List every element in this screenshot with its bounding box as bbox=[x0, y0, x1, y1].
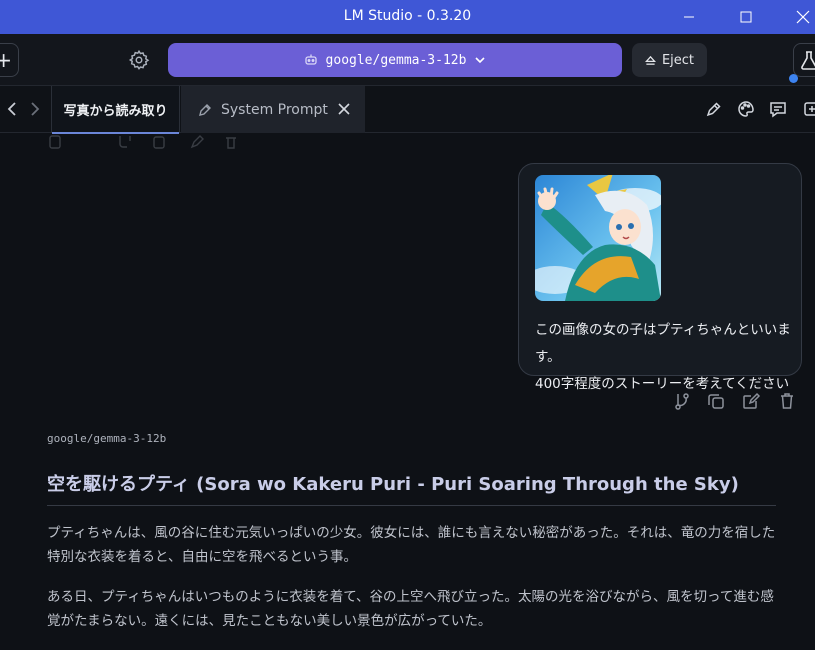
branch-icon[interactable] bbox=[672, 391, 692, 411]
chevron-down-icon bbox=[475, 57, 486, 64]
close-icon[interactable] bbox=[335, 100, 353, 118]
user-message-bubble: この画像の女の子はプティちゃんといいます。 400字程度のストーリーを考えてくだ… bbox=[518, 163, 802, 392]
status-dot bbox=[789, 74, 798, 83]
robot-icon bbox=[304, 54, 317, 65]
tab-label: System Prompt bbox=[221, 101, 328, 118]
lab-button[interactable] bbox=[793, 43, 815, 77]
close-icon bbox=[796, 10, 810, 24]
response-paragraph: ある日、プティちゃんはいつものように衣装を着て、谷の上空へ飛び立った。太陽の光を… bbox=[47, 589, 774, 629]
attached-image-thumbnail[interactable] bbox=[535, 175, 661, 301]
model-name-label: google/gemma-3-12b bbox=[325, 52, 467, 68]
window-titlebar: LM Studio - 0.3.20 bbox=[0, 0, 815, 34]
tab-system-prompt[interactable]: System Prompt bbox=[181, 86, 365, 133]
response-paragraph: プティちゃんは、風の谷に住む元気いっぱいの少女。彼女には、誰にも言えない秘密があ… bbox=[47, 525, 776, 565]
pen-icon bbox=[199, 103, 211, 116]
flask-icon bbox=[801, 51, 815, 70]
response-model-label: google/gemma-3-12b bbox=[47, 432, 167, 445]
copy-icon[interactable] bbox=[706, 391, 726, 411]
response-heading: 空を駆けるプティ (Sora wo Kakeru Puri - Puri Soa… bbox=[47, 470, 776, 506]
pen-icon[interactable] bbox=[704, 99, 724, 119]
add-panel-icon[interactable] bbox=[802, 99, 815, 119]
minimize-icon bbox=[684, 16, 694, 18]
maximize-button[interactable] bbox=[723, 0, 769, 34]
message-icon[interactable] bbox=[768, 99, 788, 119]
chevron-right-icon[interactable] bbox=[27, 100, 43, 118]
gear-icon[interactable] bbox=[128, 49, 150, 71]
tab-bar: 写真から読み取り System Prompt bbox=[0, 86, 815, 134]
eject-icon bbox=[644, 55, 656, 65]
new-chat-button[interactable]: + bbox=[0, 43, 19, 77]
window-close-button[interactable] bbox=[780, 0, 815, 34]
user-message-line: 400字程度のストーリーを考えてください bbox=[535, 376, 790, 392]
tab-photo-reading[interactable]: 写真から読み取り bbox=[51, 86, 180, 134]
maximize-icon bbox=[740, 11, 752, 23]
eject-button[interactable]: Eject bbox=[632, 43, 707, 77]
faded-message-actions bbox=[49, 135, 236, 149]
tab-label: 写真から読み取り bbox=[63, 104, 168, 119]
trash-icon[interactable] bbox=[777, 391, 797, 411]
minimize-button[interactable] bbox=[666, 0, 712, 34]
chevron-left-icon[interactable] bbox=[4, 100, 20, 118]
eject-label: Eject bbox=[661, 52, 695, 68]
palette-icon[interactable] bbox=[736, 99, 756, 119]
user-message-text: この画像の女の子はプティちゃんといいます。 400字程度のストーリーを考えてくだ… bbox=[535, 317, 801, 398]
model-selector-button[interactable]: google/gemma-3-12b bbox=[168, 43, 622, 77]
anime-girl-illustration bbox=[535, 175, 661, 301]
top-toolbar: + google/gemma-3-12b Eject bbox=[0, 34, 815, 86]
user-message-line: この画像の女の子はプティちゃんといいます。 bbox=[535, 322, 791, 365]
edit-icon[interactable] bbox=[741, 391, 761, 411]
